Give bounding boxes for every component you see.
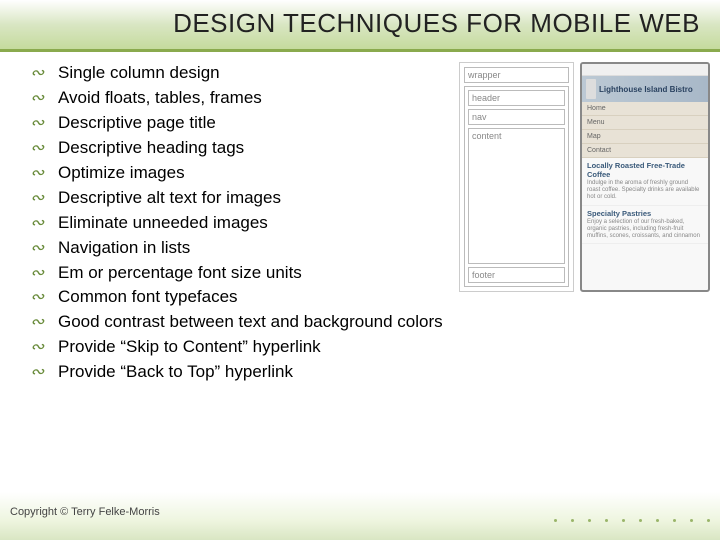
- list-item: ∾ Descriptive heading tags: [30, 137, 455, 160]
- mockup-hero: Lighthouse Island Bistro: [582, 76, 708, 102]
- wireframe-wrapper-box: header nav content footer: [464, 86, 569, 287]
- bullet-icon: ∾: [30, 286, 48, 309]
- bullet-icon: ∾: [30, 162, 48, 185]
- mockup-section-body: Enjoy a selection of our fresh-baked, or…: [587, 219, 703, 241]
- bullet-text: Descriptive alt text for images: [58, 187, 281, 210]
- list-item: ∾ Descriptive page title: [30, 112, 455, 135]
- mockup-nav-item: Home: [582, 102, 708, 116]
- bullet-text: Good contrast between text and backgroun…: [58, 311, 443, 334]
- footer-decoration: [554, 519, 710, 522]
- list-item: ∾ Descriptive alt text for images: [30, 187, 455, 210]
- list-item: ∾ Provide “Back to Top” hyperlink: [30, 361, 455, 384]
- bullet-text: Avoid floats, tables, frames: [58, 87, 262, 110]
- bullet-icon: ∾: [30, 262, 48, 285]
- bullet-icon: ∾: [30, 212, 48, 235]
- wireframe-nav: nav: [468, 109, 565, 125]
- list-item: ∾ Optimize images: [30, 162, 455, 185]
- list-item: ∾ Eliminate unneeded images: [30, 212, 455, 235]
- wireframe-content: content: [468, 128, 565, 264]
- mockup-browser-chrome: [582, 64, 708, 76]
- bullet-list: ∾ Single column design ∾ Avoid floats, tab…: [30, 62, 455, 386]
- bullet-icon: ∾: [30, 187, 48, 210]
- wireframe-footer: footer: [468, 267, 565, 283]
- list-item: ∾ Common font typefaces: [30, 286, 455, 309]
- mockup-section-title: Specialty Pastries: [587, 209, 703, 218]
- list-item: ∾ Navigation in lists: [30, 237, 455, 260]
- bullet-text: Single column design: [58, 62, 220, 85]
- slide-content: ∾ Single column design ∾ Avoid floats, tab…: [0, 52, 720, 386]
- mockup-section-title: Locally Roasted Free-Trade Coffee: [587, 161, 703, 179]
- bullet-text: Provide “Back to Top” hyperlink: [58, 361, 293, 384]
- bullet-text: Descriptive heading tags: [58, 137, 244, 160]
- bullet-icon: ∾: [30, 87, 48, 110]
- list-item: ∾ Provide “Skip to Content” hyperlink: [30, 336, 455, 359]
- bullet-text: Provide “Skip to Content” hyperlink: [58, 336, 321, 359]
- bullet-icon: ∾: [30, 336, 48, 359]
- wireframe-wrapper-label: wrapper: [464, 67, 569, 83]
- mockup-section: Specialty Pastries Enjoy a selection of …: [582, 206, 708, 245]
- bullet-text: Optimize images: [58, 162, 185, 185]
- bullet-text: Common font typefaces: [58, 286, 238, 309]
- bullet-icon: ∾: [30, 237, 48, 260]
- mockup-section: Locally Roasted Free-Trade Coffee Indulg…: [582, 158, 708, 206]
- wireframe-header: header: [468, 90, 565, 106]
- mockup-nav: Home Menu Map Contact: [582, 102, 708, 158]
- copyright-text: Copyright © Terry Felke-Morris: [10, 506, 160, 518]
- bullet-icon: ∾: [30, 311, 48, 334]
- bullet-text: Eliminate unneeded images: [58, 212, 268, 235]
- bullet-icon: ∾: [30, 137, 48, 160]
- mobile-mockup: Lighthouse Island Bistro Home Menu Map C…: [580, 62, 710, 292]
- bullet-icon: ∾: [30, 62, 48, 85]
- list-item: ∾ Avoid floats, tables, frames: [30, 87, 455, 110]
- slide-footer: Copyright © Terry Felke-Morris: [0, 492, 720, 540]
- wireframe-diagram: wrapper header nav content footer: [459, 62, 574, 292]
- list-item: ∾ Single column design: [30, 62, 455, 85]
- mockup-nav-item: Menu: [582, 116, 708, 130]
- bullet-icon: ∾: [30, 361, 48, 384]
- bullet-text: Descriptive page title: [58, 112, 216, 135]
- bullet-text: Navigation in lists: [58, 237, 190, 260]
- bullet-text: Em or percentage font size units: [58, 262, 302, 285]
- list-item: ∾ Good contrast between text and backgrou…: [30, 311, 455, 334]
- bullet-icon: ∾: [30, 112, 48, 135]
- list-item: ∾ Em or percentage font size units: [30, 262, 455, 285]
- lighthouse-icon: [586, 79, 596, 99]
- mockup-nav-item: Map: [582, 130, 708, 144]
- mockup-nav-item: Contact: [582, 144, 708, 158]
- slide-title: DESIGN TECHNIQUES FOR MOBILE WEB: [0, 0, 720, 52]
- mockup-section-body: Indulge in the aroma of freshly ground r…: [587, 180, 703, 202]
- figures: wrapper header nav content footer Lighth…: [459, 62, 710, 386]
- mockup-brand: Lighthouse Island Bistro: [599, 85, 693, 94]
